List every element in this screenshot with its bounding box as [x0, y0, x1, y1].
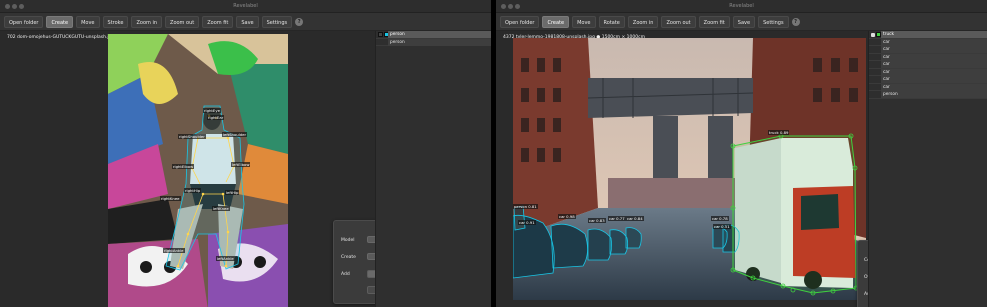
label-row[interactable]: person [376, 31, 491, 39]
detection-label: car 0.83 [588, 218, 606, 223]
image-canvas[interactable]: rightEye rightEar rightShoulder leftShou… [108, 34, 288, 307]
label-name: car [881, 38, 987, 46]
toolbar: Open folder Create Move Stroke Zoom in Z… [0, 13, 491, 31]
app-window-left: Revelabel Open folder Create Move Stroke… [0, 0, 491, 307]
label-name: car [881, 53, 987, 61]
keypoint-label: rightEye [203, 108, 221, 113]
app-window-right: Revelabel Open folder Create Move Rotate… [496, 0, 987, 307]
zoom-fit-button[interactable]: Zoom fit [202, 15, 234, 28]
label-row[interactable]: car [869, 83, 987, 91]
label-name: car [881, 76, 987, 83]
zoom-out-button[interactable]: Zoom out [165, 15, 200, 28]
zoom-in-button[interactable]: Zoom in [131, 15, 163, 28]
keypoint-label: rightShoulder [178, 134, 206, 139]
label-name: truck [881, 31, 987, 38]
detection-label: car 0.84 [626, 216, 644, 221]
keypoint-label: rightEar [207, 115, 225, 120]
help-icon[interactable]: ? [295, 17, 304, 26]
open-folder-button[interactable]: Open folder [500, 15, 540, 28]
keypoint-label: leftShoulder [222, 132, 248, 137]
label-name: car [881, 46, 987, 53]
label-name: car [881, 61, 987, 68]
canvas-area: 702 dom-omojehus-GUTUCKGUTU-unsplash.jpg… [0, 31, 483, 307]
label-name: person [881, 91, 987, 98]
keypoint-label: leftHip [225, 190, 240, 195]
zoom-out-button[interactable]: Zoom out [661, 15, 696, 28]
rotate-button[interactable]: Rotate [598, 15, 625, 28]
detection-label: truck 0.89 [768, 130, 790, 135]
keypoint-label: leftElbow [231, 162, 251, 167]
label-name: person [388, 38, 491, 46]
create-button[interactable]: Create [46, 15, 74, 28]
keypoint-label: leftAnkle [216, 256, 235, 261]
label-row[interactable]: car [869, 38, 987, 46]
keypoint-label: leftKnee [212, 206, 230, 211]
keypoint-label: rightHip [184, 188, 202, 193]
visibility-checkbox[interactable] [378, 32, 383, 37]
settings-button[interactable]: Settings [261, 15, 293, 28]
create-label: Create [341, 255, 356, 260]
create-button[interactable]: Create [542, 15, 570, 28]
canvas-area: 4372 tyler-lemmo-1981808-unsplash.jpg ● … [496, 31, 979, 307]
save-button[interactable]: Save [236, 15, 259, 28]
label-name: car [881, 83, 987, 91]
detection-label: car 0.77 [608, 216, 626, 221]
label-name: car [881, 68, 987, 76]
add-label: Add [341, 272, 350, 277]
label-list: person person [375, 31, 491, 307]
detection-label: car 0.91 [518, 220, 536, 225]
title-bar: Revelabel [496, 0, 987, 13]
label-row[interactable]: person [869, 91, 987, 99]
keypoint-label: rightKnee [160, 196, 181, 201]
stroke-button[interactable]: Stroke [102, 15, 129, 28]
toolbar: Open folder Create Move Rotate Zoom in Z… [496, 13, 987, 31]
move-button[interactable]: Move [572, 15, 596, 28]
label-row[interactable]: car [869, 76, 987, 84]
model-label: Model [341, 238, 355, 243]
save-button[interactable]: Save [732, 15, 756, 28]
label-list: truck car car car car car car car person [868, 31, 987, 307]
label-row[interactable]: car [869, 53, 987, 61]
label-row[interactable]: car [869, 46, 987, 54]
keypoint-label: rightElbow [172, 164, 195, 169]
street-photo [513, 38, 866, 300]
detection-label: car 0.78 [711, 216, 729, 221]
settings-button[interactable]: Settings [758, 15, 789, 28]
window-title: Revelabel [729, 3, 754, 9]
title-bar: Revelabel [0, 0, 491, 13]
label-row[interactable]: car [869, 68, 987, 76]
detection-label: car 0.51 [713, 224, 731, 229]
window-title: Revelabel [233, 3, 258, 9]
help-icon[interactable]: ? [791, 17, 800, 26]
label-name: person [388, 31, 491, 38]
label-row[interactable]: car [869, 61, 987, 69]
image-canvas[interactable]: person 0.81 car 0.91 car 0.98 car 0.83 c… [513, 38, 866, 300]
label-row[interactable]: truck [869, 31, 987, 39]
label-row[interactable]: person [376, 38, 491, 46]
graffiti-photo [108, 34, 288, 307]
zoom-fit-button[interactable]: Zoom fit [698, 15, 730, 28]
detection-label: person 0.81 [513, 204, 538, 209]
keypoint-label: rightAnkle [163, 248, 185, 253]
open-folder-button[interactable]: Open folder [4, 15, 44, 28]
detection-label: car 0.98 [558, 214, 576, 219]
move-button[interactable]: Move [76, 15, 100, 28]
visibility-checkbox[interactable] [871, 32, 875, 37]
zoom-in-button[interactable]: Zoom in [627, 15, 659, 28]
